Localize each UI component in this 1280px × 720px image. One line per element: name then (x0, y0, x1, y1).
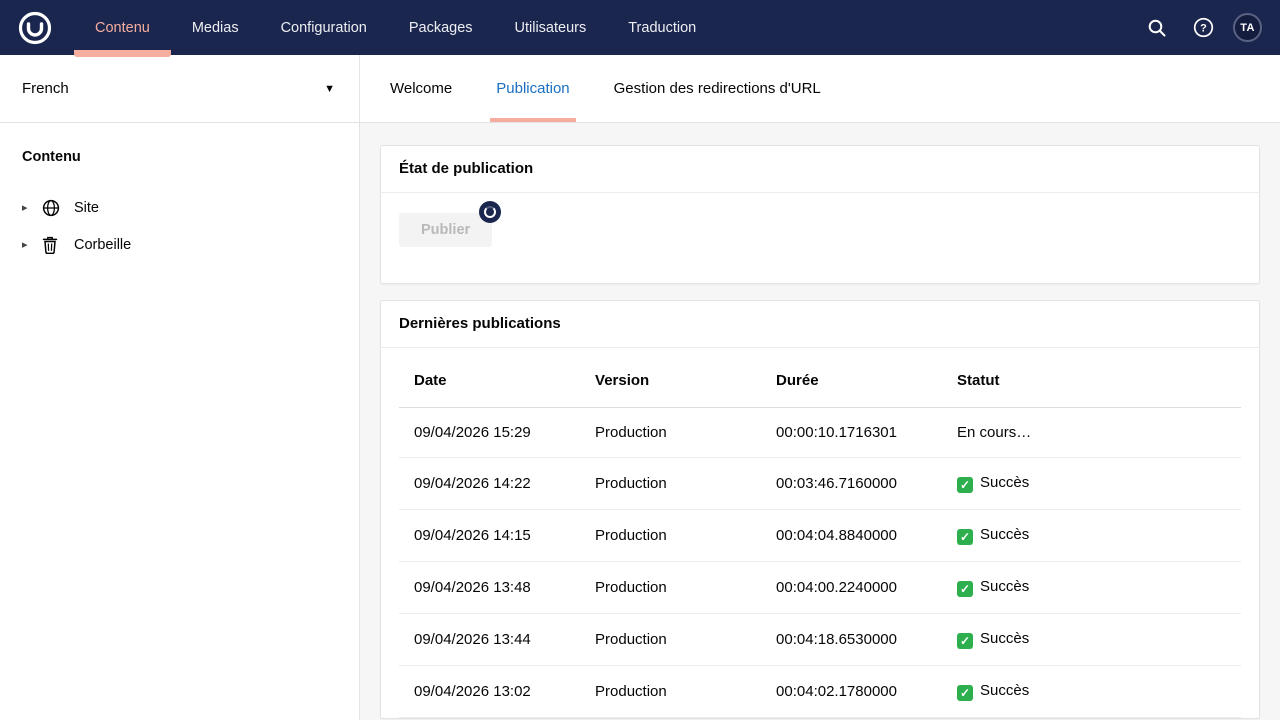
publications-card-title: Dernières publications (399, 315, 561, 332)
cell-date: 09/04/2026 13:02 (399, 666, 580, 718)
publish-button[interactable]: Publier (399, 213, 492, 247)
cell-date: 09/04/2026 14:15 (399, 510, 580, 562)
cell-date: 09/04/2026 13:44 (399, 614, 580, 666)
table-row: 09/04/2026 13:02Production00:04:02.17800… (399, 666, 1241, 718)
nav-item-utilisateurs[interactable]: Utilisateurs (494, 0, 608, 55)
nav-item-medias[interactable]: Medias (171, 0, 260, 55)
help-icon[interactable]: ? (1187, 12, 1219, 44)
cell-version: Production (580, 458, 761, 510)
tree-item-site[interactable]: ▸ Site (22, 189, 337, 226)
nav-item-contenu[interactable]: Contenu (74, 0, 171, 55)
status-text: Succès (980, 578, 1029, 595)
cell-date: 09/04/2026 14:22 (399, 458, 580, 510)
cell-duration: 00:04:02.1780000 (761, 666, 942, 718)
publications-table-body: 09/04/2026 15:29Production00:00:10.17163… (399, 408, 1241, 718)
publish-card-title: État de publication (399, 160, 533, 177)
language-label: French (22, 80, 69, 97)
tree-item-label: Site (68, 200, 99, 216)
nav-item-packages[interactable]: Packages (388, 0, 494, 55)
publications-table: Date Version Durée Statut 09/04/2026 15:… (399, 348, 1241, 718)
table-row: 09/04/2026 13:48Production00:04:00.22400… (399, 562, 1241, 614)
cell-date: 09/04/2026 15:29 (399, 408, 580, 458)
language-selector[interactable]: French ▼ (0, 55, 359, 123)
cell-date: 09/04/2026 13:48 (399, 562, 580, 614)
table-row: 09/04/2026 15:29Production00:00:10.17163… (399, 408, 1241, 458)
cell-duration: 00:04:18.6530000 (761, 614, 942, 666)
tab-url-redirects[interactable]: Gestion des redirections d'URL (608, 55, 827, 122)
tree-item-corbeille[interactable]: ▸ Corbeille (22, 226, 337, 263)
topnav-right-actions: ? TA (1141, 12, 1262, 44)
cell-version: Production (580, 614, 761, 666)
trash-icon (42, 236, 68, 254)
table-row: 09/04/2026 14:22Production00:03:46.71600… (399, 458, 1241, 510)
section-menu: Contenu Medias Configuration Packages Ut… (74, 0, 717, 55)
content-tree-sidebar: French ▼ Contenu ▸ Site ▸ (0, 55, 360, 720)
expand-caret-icon[interactable]: ▸ (22, 238, 42, 251)
cell-status: ✓ Succès (942, 666, 1241, 718)
status-text: Succès (980, 630, 1029, 647)
column-header-status: Statut (942, 348, 1241, 408)
cell-duration: 00:04:00.2240000 (761, 562, 942, 614)
success-check-icon: ✓ (957, 529, 973, 545)
globe-icon (42, 199, 68, 217)
cell-duration: 00:04:04.8840000 (761, 510, 942, 562)
cell-duration: 00:03:46.7160000 (761, 458, 942, 510)
publish-card-header: État de publication (381, 146, 1259, 193)
expand-caret-icon[interactable]: ▸ (22, 201, 42, 214)
success-check-icon: ✓ (957, 633, 973, 649)
cell-version: Production (580, 408, 761, 458)
cell-status: ✓ Succès (942, 562, 1241, 614)
cell-status: ✓ Succès (942, 458, 1241, 510)
nav-item-traduction[interactable]: Traduction (607, 0, 717, 55)
sidebar-section-title: Contenu (22, 149, 337, 165)
publications-card: Dernières publications Date Version Duré… (380, 300, 1260, 719)
table-row: 09/04/2026 14:15Production00:04:04.88400… (399, 510, 1241, 562)
cell-version: Production (580, 510, 761, 562)
status-text: Succès (980, 526, 1029, 543)
status-text: En cours… (957, 424, 1031, 441)
chevron-down-icon: ▼ (324, 83, 335, 95)
column-header-version: Version (580, 348, 761, 408)
nav-item-configuration[interactable]: Configuration (260, 0, 388, 55)
status-text: Succès (980, 474, 1029, 491)
svg-text:?: ? (1200, 23, 1207, 35)
top-navigation: Contenu Medias Configuration Packages Ut… (0, 0, 1280, 55)
success-check-icon: ✓ (957, 581, 973, 597)
cell-status: ✓ Succès (942, 614, 1241, 666)
search-icon[interactable] (1141, 12, 1173, 44)
cell-status: En cours… (942, 408, 1241, 458)
success-check-icon: ✓ (957, 477, 973, 493)
table-header-row: Date Version Durée Statut (399, 348, 1241, 408)
publications-card-header: Dernières publications (381, 301, 1259, 348)
column-header-duration: Durée (761, 348, 942, 408)
umbraco-logo-icon[interactable] (18, 11, 52, 45)
user-avatar[interactable]: TA (1233, 13, 1262, 42)
cell-version: Production (580, 562, 761, 614)
publish-status-card: État de publication Publier (380, 145, 1260, 284)
tree-item-label: Corbeille (68, 237, 131, 253)
loading-spinner-icon (479, 201, 501, 223)
main-panel: Welcome Publication Gestion des redirect… (360, 55, 1280, 720)
column-header-date: Date (399, 348, 580, 408)
tab-welcome[interactable]: Welcome (384, 55, 458, 122)
cell-version: Production (580, 666, 761, 718)
tab-publication[interactable]: Publication (490, 55, 575, 122)
success-check-icon: ✓ (957, 685, 973, 701)
table-row: 09/04/2026 13:44Production00:04:18.65300… (399, 614, 1241, 666)
content-tabs: Welcome Publication Gestion des redirect… (360, 55, 1280, 123)
cell-duration: 00:00:10.1716301 (761, 408, 942, 458)
tab-content-area: État de publication Publier Dernières pu… (360, 123, 1280, 720)
cell-status: ✓ Succès (942, 510, 1241, 562)
status-text: Succès (980, 682, 1029, 699)
